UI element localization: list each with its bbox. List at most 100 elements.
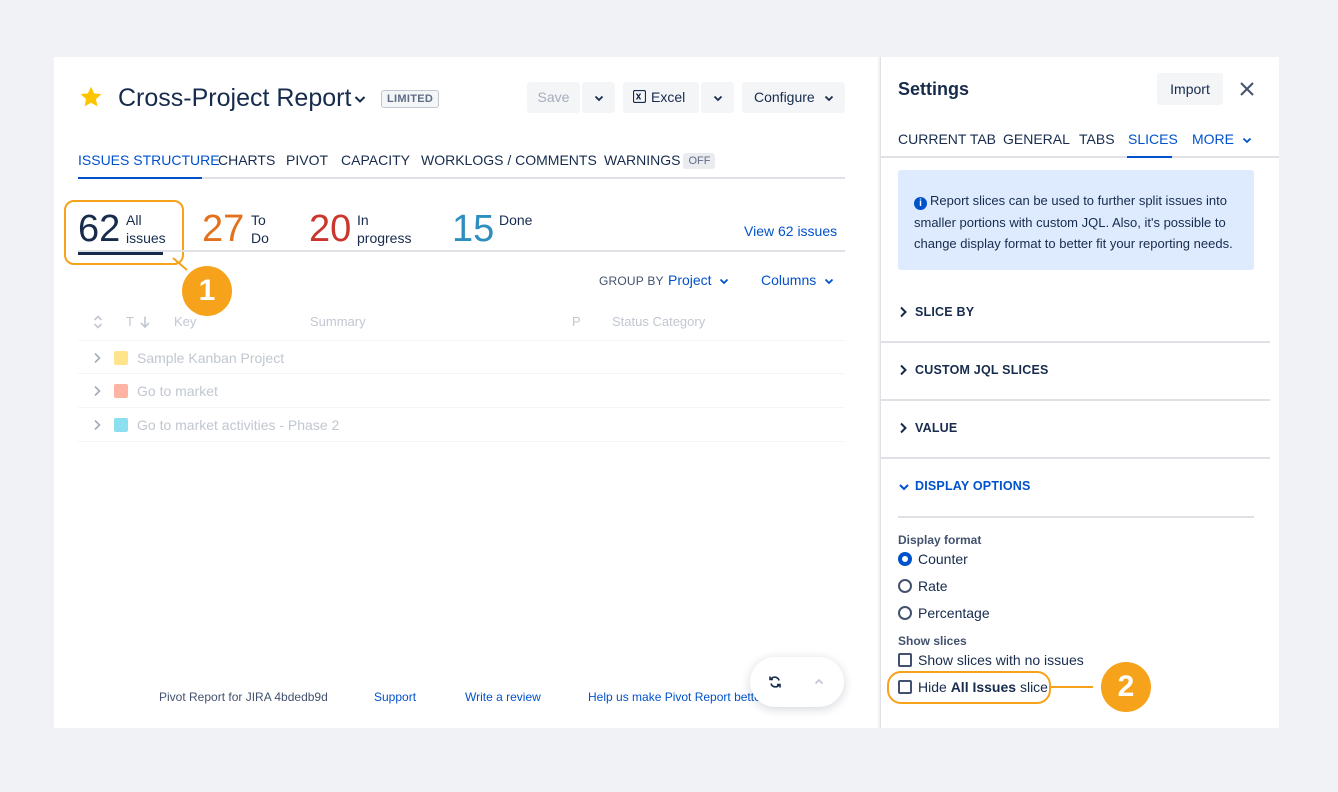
report-title[interactable]: Cross-Project Report (118, 84, 351, 113)
settings-tab-general[interactable]: GENERAL (1003, 131, 1070, 147)
chevron-right-icon (900, 422, 907, 434)
hide-label-prefix: Hide (918, 679, 947, 695)
settings-tabs: CURRENT TAB GENERAL TABS SLICES MORE (881, 127, 1279, 158)
counter-value: 27 (202, 208, 245, 250)
slices-info-box: i Report slices can be used to further sp… (898, 170, 1254, 270)
tab-capacity[interactable]: CAPACITY (341, 152, 410, 168)
section-label: SLICE BY (915, 305, 975, 319)
tab-warnings[interactable]: WARNINGS OFF (604, 152, 716, 170)
checkbox-show-empty-slices-label[interactable]: Show slices with no issues (918, 652, 1084, 668)
show-slices-label: Show slices (898, 634, 967, 648)
chevron-down-icon (1242, 138, 1252, 144)
tab-issues-structure[interactable]: ISSUES STRUCTURE (78, 152, 220, 168)
radio-counter-label[interactable]: Counter (918, 551, 968, 567)
chevron-down-icon[interactable] (352, 91, 368, 107)
column-header-status-category[interactable]: Status Category (612, 314, 705, 329)
footer-review-link[interactable]: Write a review (465, 690, 541, 704)
settings-tab-tabs[interactable]: TABS (1079, 131, 1115, 147)
checkbox-hide-all-issues-label[interactable]: Hide All Issues slice (918, 679, 1048, 695)
counter-label-line2: progress (357, 230, 412, 246)
column-header-priority[interactable]: P (572, 314, 581, 329)
counter-value: 20 (309, 208, 352, 250)
group-by-project-dropdown[interactable]: Project (668, 272, 730, 288)
save-dropdown-button[interactable] (582, 82, 615, 113)
excel-button[interactable]: Excel (623, 82, 699, 113)
configure-button[interactable]: Configure (742, 82, 845, 113)
hide-label-suffix: slice (1019, 679, 1048, 695)
star-icon[interactable] (78, 84, 104, 110)
active-tab-indicator (78, 177, 202, 179)
expand-collapse-icon[interactable] (92, 315, 104, 329)
info-icon: i (914, 197, 927, 210)
group-by-label: GROUP BY (599, 274, 664, 288)
section-slice-by[interactable]: SLICE BY (881, 285, 1270, 343)
settings-title: Settings (898, 79, 970, 99)
tab-warnings-label: WARNINGS (604, 152, 681, 168)
section-value[interactable]: VALUE (881, 401, 1270, 459)
column-header-summary[interactable]: Summary (310, 314, 366, 329)
checkbox-show-empty-slices[interactable] (898, 653, 912, 667)
footer-support-link[interactable]: Support (374, 690, 416, 704)
project-icon (114, 351, 128, 365)
footer-help-link[interactable]: Help us make Pivot Report bette (588, 690, 761, 704)
excel-dropdown-button[interactable] (701, 82, 734, 113)
row-project-name: Go to market (137, 383, 218, 399)
sort-arrow-down-icon[interactable] (139, 315, 151, 329)
column-header-type[interactable]: T (126, 314, 134, 329)
section-label: CUSTOM JQL SLICES (915, 363, 1049, 377)
chevron-down-icon (594, 96, 603, 102)
settings-tab-more-label: MORE (1192, 131, 1234, 147)
group-by-value: Project (668, 272, 712, 288)
save-button[interactable]: Save (527, 82, 580, 113)
counter-label-line2: issues (126, 230, 166, 246)
selected-counter-indicator (78, 252, 163, 255)
tab-worklogs-comments[interactable]: WORKLOGS / COMMENTS (421, 152, 597, 168)
active-settings-tab-indicator (1127, 156, 1172, 158)
row-project-name: Sample Kanban Project (137, 350, 285, 366)
report-tabs: ISSUES STRUCTURE CHARTS PIVOT CAPACITY W… (78, 150, 845, 179)
radio-rate[interactable] (898, 579, 912, 593)
report-main-area: Cross-Project Report LIMITED Save Excel … (54, 57, 878, 728)
chevron-right-icon[interactable] (92, 385, 102, 397)
summary-divider (78, 250, 845, 252)
columns-label: Columns (761, 272, 817, 288)
callout-connector (1051, 686, 1093, 688)
view-issues-link[interactable]: View 62 issues (744, 223, 837, 239)
radio-percentage[interactable] (898, 606, 912, 620)
table-row[interactable]: Go to market (78, 374, 845, 408)
chevron-right-icon (900, 364, 907, 376)
radio-counter[interactable] (898, 552, 912, 566)
chevron-down-icon (824, 96, 833, 102)
import-button[interactable]: Import (1157, 73, 1223, 105)
chevron-right-icon[interactable] (92, 419, 102, 431)
chevron-up-icon[interactable] (813, 676, 825, 688)
counter-label-line1: In (357, 212, 369, 228)
counter-label-line2: Do (251, 230, 269, 246)
section-display-options[interactable]: DISPLAY OPTIONS (881, 459, 1270, 517)
refresh-icon[interactable] (768, 675, 782, 689)
table-row[interactable]: Sample Kanban Project (78, 340, 845, 374)
project-icon (114, 384, 128, 398)
tab-charts[interactable]: CHARTS (218, 152, 275, 168)
limited-badge: LIMITED (381, 90, 440, 108)
chevron-right-icon[interactable] (92, 352, 102, 364)
settings-panel: Settings Import CURRENT TAB GENERAL TABS… (880, 57, 1279, 728)
counter-label-line1: Done (499, 212, 533, 228)
column-header-key[interactable]: Key (174, 314, 196, 329)
section-custom-jql-slices[interactable]: CUSTOM JQL SLICES (881, 343, 1270, 401)
floating-toolbar (750, 657, 844, 707)
settings-tab-slices[interactable]: SLICES (1128, 131, 1178, 147)
settings-tab-more[interactable]: MORE (1192, 131, 1253, 147)
checkbox-hide-all-issues-slice[interactable] (898, 680, 912, 694)
radio-percentage-label[interactable]: Percentage (918, 605, 990, 621)
radio-rate-label[interactable]: Rate (918, 578, 948, 594)
table-row[interactable]: Go to market activities - Phase 2 (78, 408, 845, 442)
excel-button-label: Excel (651, 89, 686, 105)
columns-dropdown[interactable]: Columns (761, 272, 835, 288)
chevron-down-icon (720, 279, 729, 285)
footer-version-text: Pivot Report for JIRA 4bdedb9d (159, 690, 328, 704)
tab-pivot[interactable]: PIVOT (286, 152, 328, 168)
settings-tab-current-tab[interactable]: CURRENT TAB (898, 131, 996, 147)
close-icon[interactable] (1237, 79, 1257, 99)
section-label: DISPLAY OPTIONS (915, 479, 1031, 493)
